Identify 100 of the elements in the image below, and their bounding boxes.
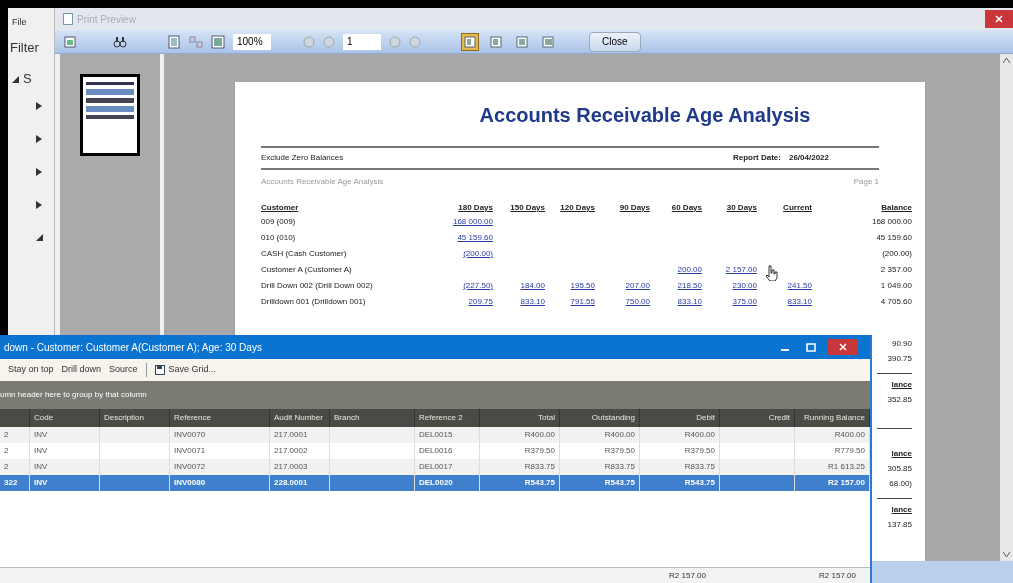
collapsed-arrow-icon[interactable] [36,134,42,143]
view-mode-button[interactable] [461,32,479,51]
collapsed-arrow-icon[interactable] [36,200,42,209]
customer-name: 010 (010) [261,233,296,242]
amount-link[interactable]: 200.00 [677,265,702,274]
column-header[interactable]: Outstanding [591,412,635,424]
amount-link[interactable]: 791.55 [570,297,595,306]
balance-amount: 1 049.00 [880,281,912,290]
column-header[interactable]: Code [34,412,54,424]
zoom-page-icon[interactable] [211,34,225,49]
amount-link[interactable]: (227.50) [463,281,493,290]
table-cell: R1 613.25 [828,461,865,473]
expanded-arrow-icon[interactable] [12,75,19,83]
balance-amount: 68.00) [889,478,912,490]
single-page-icon[interactable] [167,34,181,49]
balance-amount: 90.90 [891,338,912,350]
customer-name: Drill Down 002 (Drill Down 002) [261,281,373,290]
scroll-up-icon[interactable] [1003,58,1010,63]
amount-link[interactable]: 195.50 [570,281,595,290]
table-cell: INV [34,445,48,457]
column-header[interactable]: Description [104,412,144,424]
table-cell: DEL0020 [419,477,453,489]
amount-link[interactable]: 218.50 [677,281,702,290]
toolbar-button[interactable]: Source [109,363,138,377]
grid-row[interactable]: 2 INV INV0070 217.0001 DEL0015 R400.00 R400.00 R400.00 R400.00 [0,427,870,443]
grid-row[interactable]: 322 INV INV0080 228.0001 DEL0020 R543.75 R543.75 R543.75 R2 157.00 [0,475,870,491]
table-cell: 228.0001 [274,477,308,489]
binoculars-icon[interactable] [113,34,127,49]
amount-link[interactable]: 750.00 [625,297,650,306]
balance-amount: 305.85 [887,463,912,475]
page-number-field[interactable]: 1 [343,33,381,50]
zoom-field[interactable]: 100% [233,33,271,50]
collapsed-arrow-icon[interactable] [36,167,42,176]
amount-link[interactable]: 184.00 [520,281,545,290]
file-menu[interactable]: File [12,16,54,30]
amount-link[interactable]: 230.00 [732,281,757,290]
balance-amount: 352.85 [887,394,912,406]
report-title: Accounts Receivable Age Analysis [478,103,812,128]
table-cell: INV0080 [174,477,206,489]
amount-link[interactable]: 833.10 [677,297,702,306]
column-header[interactable]: Credit [768,412,790,424]
table-cell: 217.0002 [274,445,308,457]
column-header[interactable]: Reference [174,412,211,424]
grid-row[interactable]: 2 INV INV0072 217.0003 DEL0017 R833.75 R833.75 R833.75 R1 613.25 [0,459,870,475]
window-title: down - Customer: Customer A(Customer A); Age: 30 Days [4,340,263,355]
row-label: 2 [4,429,9,441]
table-cell: INV [34,477,48,489]
amount-link[interactable]: 375.00 [732,297,757,306]
scrollbar[interactable] [1000,54,1013,561]
page-thumbnail[interactable] [80,74,140,156]
table-cell: R543.75 [524,477,555,489]
toolbar-button[interactable]: Drill down [61,363,102,377]
column-header[interactable]: Running Balance [804,412,865,424]
close-button[interactable]: Close [589,31,641,52]
amount-link[interactable]: (200.00) [463,249,493,258]
table-cell: DEL0017 [419,461,453,473]
table-cell: R2 157.00 [828,477,865,489]
table-cell: R400.00 [604,429,635,441]
scroll-down-icon[interactable] [1003,552,1010,557]
column-header[interactable]: Branch [334,412,360,424]
amount-link[interactable]: 209.75 [468,297,493,306]
amount-link[interactable]: 207.00 [625,281,650,290]
column-heading: 180 Days [458,203,493,212]
expanded-arrow-icon[interactable] [36,234,43,241]
amount-link[interactable]: 168 000.00 [452,217,493,226]
column-header[interactable]: Reference 2 [419,412,463,424]
row-label: 322 [4,477,18,489]
restore-icon[interactable] [806,342,816,352]
amount-link[interactable]: 45 159.60 [457,233,493,242]
close-icon [995,15,1003,23]
amount-link[interactable]: 2 157.00 [725,265,757,274]
column-header[interactable]: Audit Number [274,412,323,424]
table-cell: R400.00 [524,429,555,441]
balance-amount: 137.85 [887,519,912,531]
column-heading: Customer [261,203,299,212]
close-button[interactable] [985,10,1013,28]
amount-link[interactable]: 833.10 [520,297,545,306]
page-setup-icon[interactable] [63,34,77,49]
table-cell: INV [34,461,48,473]
report-date: 26/04/2022 [788,152,829,164]
table-cell: 217.0001 [274,429,308,441]
collapsed-arrow-icon[interactable] [36,101,42,110]
document-icon [63,13,73,25]
filter-menu[interactable]: Filter [10,37,54,57]
customer-name: 009 (009) [261,217,296,226]
customer-name: Customer A (Customer A) [261,265,352,274]
table-cell: DEL0016 [419,445,453,457]
amount-link[interactable]: 241.50 [787,281,812,290]
save-grid-button[interactable]: Save Grid... [154,363,217,377]
tree-item-label[interactable]: S [23,69,32,89]
table-cell: R779.50 [834,445,865,457]
table-cell: 217.0003 [274,461,308,473]
customer-name: CASH (Cash Customer) [261,249,347,258]
amount-link[interactable]: 833.10 [787,297,812,306]
close-button[interactable] [828,339,858,355]
toolbar-button[interactable]: Stay on top [8,363,54,377]
table-cell: R833.75 [684,461,715,473]
column-header[interactable]: Total [538,412,555,424]
row-label: 2 [4,445,9,457]
column-header[interactable]: Debit [696,412,715,424]
